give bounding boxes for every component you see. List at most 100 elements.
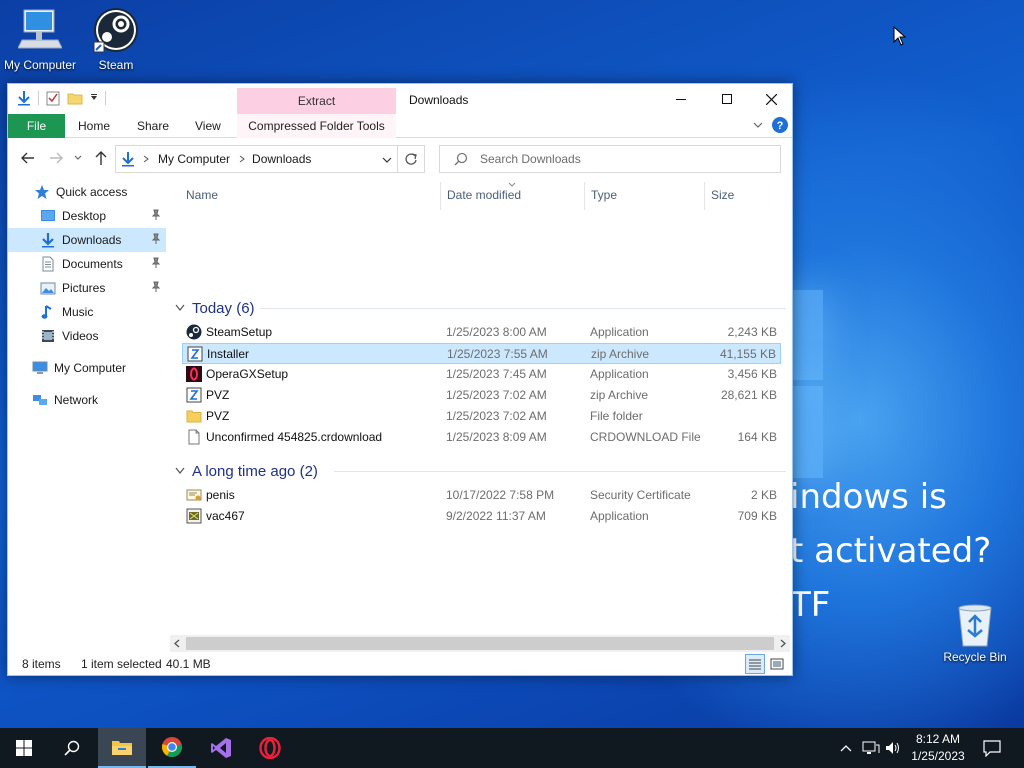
taskbar: 8:12 AM 1/25/2023: [0, 728, 1024, 768]
nav-label: Desktop: [62, 209, 107, 223]
close-button[interactable]: [748, 84, 794, 114]
scroll-left-icon[interactable]: [173, 639, 181, 648]
pin-icon[interactable]: [150, 209, 162, 221]
desktop-icon-my-computer[interactable]: My Computer: [0, 6, 80, 72]
pin-icon[interactable]: [150, 257, 162, 269]
chevron-down-icon[interactable]: [89, 93, 99, 103]
taskbar-visual-studio[interactable]: [197, 728, 245, 768]
maximize-button[interactable]: [704, 84, 750, 114]
pin-icon[interactable]: [150, 281, 162, 293]
desktop-icon-steam[interactable]: Steam: [76, 6, 156, 72]
file-date-modified: 1/25/2023 7:45 AM: [446, 367, 547, 381]
scrollbar-thumb[interactable]: [186, 637, 774, 650]
chevron-right-icon: [239, 155, 245, 163]
properties-icon[interactable]: [45, 90, 61, 106]
nav-item-music[interactable]: Music: [8, 300, 166, 324]
notifications-icon[interactable]: [983, 739, 1001, 757]
nav-item-videos[interactable]: Videos: [8, 324, 166, 348]
file-row[interactable]: penis 10/17/2022 7:58 PM Security Certific…: [182, 485, 781, 506]
file-type: zip Archive: [591, 347, 650, 361]
file-date-modified: 1/25/2023 7:02 AM: [446, 409, 547, 423]
activation-watermark-line: TF: [790, 585, 831, 625]
tab-view[interactable]: View: [195, 114, 221, 138]
downloads-icon: [122, 152, 134, 167]
column-header-size[interactable]: Size: [711, 180, 734, 210]
nav-item-documents[interactable]: Documents: [8, 252, 166, 276]
file-date-modified: 10/17/2022 7:58 PM: [446, 488, 555, 502]
file-list: Name Date modified Type Size Today (6) St…: [168, 180, 792, 634]
status-selection: 1 item selected: [81, 657, 162, 671]
documents-icon: [42, 256, 54, 272]
breadcrumb-my-computer[interactable]: My Computer: [158, 152, 230, 166]
network-status-icon[interactable]: [862, 741, 880, 755]
new-folder-icon[interactable]: [67, 90, 83, 106]
nav-quick-access[interactable]: Quick access: [8, 180, 166, 204]
file-size: 3,456 KB: [727, 367, 777, 381]
tab-compressed-folder-tools[interactable]: Compressed Folder Tools: [237, 114, 396, 138]
file-row[interactable]: PVZ 1/25/2023 7:02 AM zip Archive 28,621 KB: [182, 385, 781, 406]
nav-item-pictures[interactable]: Pictures: [8, 276, 166, 300]
nav-network[interactable]: Network: [8, 388, 166, 412]
downloads-icon: [42, 233, 54, 248]
refresh-icon[interactable]: [404, 152, 418, 166]
file-row[interactable]: vac467 9/2/2022 11:37 AM Application 709 KB: [182, 506, 781, 527]
breadcrumb-downloads[interactable]: Downloads: [252, 152, 311, 166]
column-header-date[interactable]: Date modified: [447, 180, 521, 210]
search-input[interactable]: Search Downloads: [439, 145, 781, 173]
opera-icon: [259, 737, 281, 759]
file-row[interactable]: OperaGXSetup 1/25/2023 7:45 AM Application…: [182, 364, 781, 385]
column-header-type[interactable]: Type: [591, 180, 617, 210]
pin-icon[interactable]: [150, 233, 162, 245]
desktop-icon-recycle-bin[interactable]: Recycle Bin: [935, 600, 1015, 664]
windows-logo-pane: [793, 386, 823, 478]
context-tab-extract[interactable]: Extract: [237, 88, 396, 114]
quick-access-toolbar: [16, 90, 106, 106]
up-arrow-icon[interactable]: [94, 150, 108, 166]
group-divider: [260, 308, 786, 309]
forward-arrow-icon[interactable]: [48, 150, 64, 166]
details-view-button[interactable]: [745, 654, 765, 674]
scroll-right-icon[interactable]: [779, 639, 787, 648]
help-icon[interactable]: ?: [772, 117, 788, 133]
nav-label: Pictures: [62, 281, 106, 295]
nav-item-downloads[interactable]: Downloads: [8, 228, 166, 252]
column-header-name[interactable]: Name: [186, 180, 218, 210]
desktop-icon-label: Recycle Bin: [943, 650, 1007, 664]
group-header[interactable]: A long time ago (2): [174, 460, 318, 482]
nav-label: Documents: [62, 257, 123, 271]
tab-share[interactable]: Share: [137, 114, 169, 138]
volume-icon[interactable]: [885, 741, 901, 755]
file-row[interactable]: SteamSetup 1/25/2023 8:00 AM Application 2,…: [182, 322, 781, 343]
file-name: Installer: [207, 347, 250, 361]
taskbar-opera[interactable]: [246, 728, 294, 768]
file-row[interactable]: Unconfirmed 454825.crdownload 1/25/2023 8…: [182, 427, 781, 448]
show-hidden-icons-icon[interactable]: [840, 743, 852, 753]
minimize-button[interactable]: [658, 84, 704, 114]
download-arrow-icon[interactable]: [16, 90, 32, 106]
chevron-down-icon[interactable]: [382, 155, 392, 165]
taskbar-file-explorer[interactable]: [98, 728, 146, 768]
file-explorer-icon: [112, 741, 132, 755]
file-type: Application: [590, 367, 649, 381]
search-icon: [64, 740, 80, 756]
recent-locations-icon[interactable]: [74, 154, 82, 162]
taskbar-search-button[interactable]: [48, 728, 96, 768]
tab-file[interactable]: File: [8, 114, 65, 138]
taskbar-chrome[interactable]: [148, 728, 196, 768]
clock-time: 8:12 AM: [915, 732, 961, 746]
group-header[interactable]: Today (6): [174, 297, 255, 319]
large-icons-view-button[interactable]: [769, 656, 785, 672]
address-bar[interactable]: My Computer Downloads: [115, 145, 425, 173]
back-arrow-icon[interactable]: [20, 150, 36, 166]
expand-ribbon-icon[interactable]: [752, 119, 764, 131]
start-button[interactable]: [0, 728, 48, 768]
taskbar-clock[interactable]: 8:12 AM 1/25/2023: [908, 731, 968, 765]
horizontal-scrollbar[interactable]: [170, 635, 790, 652]
tab-home[interactable]: Home: [78, 114, 110, 138]
nav-item-desktop[interactable]: Desktop: [8, 204, 166, 228]
nav-my-computer[interactable]: My Computer: [8, 356, 166, 380]
file-row[interactable]: Installer 1/25/2023 7:55 AM zip Archive 41,…: [182, 343, 781, 364]
clock-date: 1/25/2023: [911, 749, 965, 763]
file-row[interactable]: PVZ 1/25/2023 7:02 AM File folder: [182, 406, 781, 427]
status-bar: 8 items 1 item selected 40.1 MB: [8, 652, 792, 676]
